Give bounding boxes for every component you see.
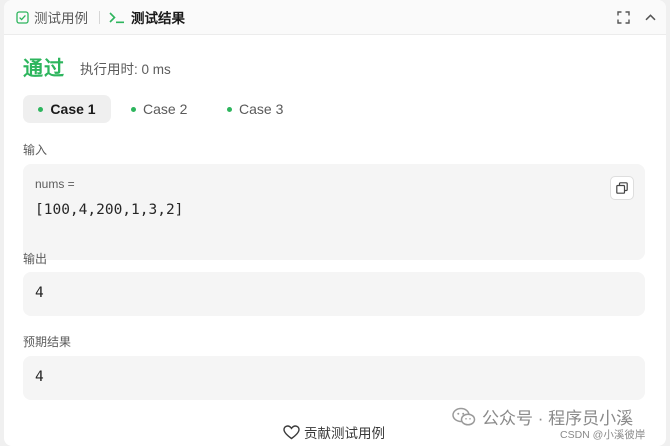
- pass-dot-icon: [131, 106, 136, 112]
- input-box: nums = [100,4,200,1,3,2]: [23, 164, 645, 260]
- output-label: 输出: [23, 252, 48, 266]
- watermark-main-text: 公众号 · 程序员小溪: [482, 409, 634, 428]
- case-tab-3[interactable]: Case 3: [227, 95, 299, 123]
- input-var-value: [100,4,200,1,3,2]: [35, 202, 184, 218]
- wechat-icon: [452, 407, 476, 427]
- expected-label: 预期结果: [23, 335, 72, 349]
- tab-test-cases[interactable]: 测试用例: [16, 0, 88, 34]
- fullscreen-button[interactable]: [614, 8, 632, 26]
- case-tab-2[interactable]: Case 2: [131, 95, 203, 123]
- checkbox-icon: [16, 10, 29, 24]
- contribute-testcase-button[interactable]: 贡献测试用例: [283, 422, 385, 442]
- copy-icon: [616, 182, 628, 194]
- case-tab-label: Case 3: [239, 101, 284, 117]
- test-result-panel: 测试用例 测试结果 通过 执行用时: 0 ms Case 1 Case 2 Ca…: [4, 0, 666, 446]
- case-tab-label: Case 1: [50, 101, 96, 117]
- panel-tabbar: 测试用例 测试结果: [4, 0, 666, 35]
- expand-icon: [616, 10, 630, 24]
- terminal-icon: [108, 11, 126, 24]
- pass-dot-icon: [38, 106, 44, 112]
- result-status: 通过: [23, 58, 65, 80]
- output-value: 4: [35, 285, 44, 301]
- case-tab-1[interactable]: Case 1: [23, 95, 111, 123]
- runtime-text: 执行用时: 0 ms: [80, 62, 171, 77]
- contribute-label: 贡献测试用例: [304, 426, 385, 441]
- wechat-watermark: 公众号 · 程序员小溪: [452, 404, 633, 429]
- collapse-button[interactable]: [641, 8, 659, 26]
- tab-test-results[interactable]: 测试结果: [108, 0, 185, 34]
- pass-dot-icon: [227, 106, 232, 112]
- output-box: 4: [23, 272, 645, 316]
- expected-box: 4: [23, 356, 645, 400]
- expected-value: 4: [35, 369, 44, 385]
- case-tab-label: Case 2: [143, 101, 188, 117]
- watermark-sub-text: CSDN @小溪彼岸: [560, 429, 646, 441]
- input-var-name: nums =: [35, 177, 75, 191]
- tab-test-results-label: 测试结果: [131, 11, 185, 26]
- heart-icon: [283, 424, 300, 440]
- input-label: 输入: [23, 143, 48, 157]
- copy-button[interactable]: [610, 176, 634, 200]
- chevron-up-icon: [644, 13, 656, 20]
- tab-divider: [99, 11, 100, 24]
- tab-test-cases-label: 测试用例: [34, 11, 88, 26]
